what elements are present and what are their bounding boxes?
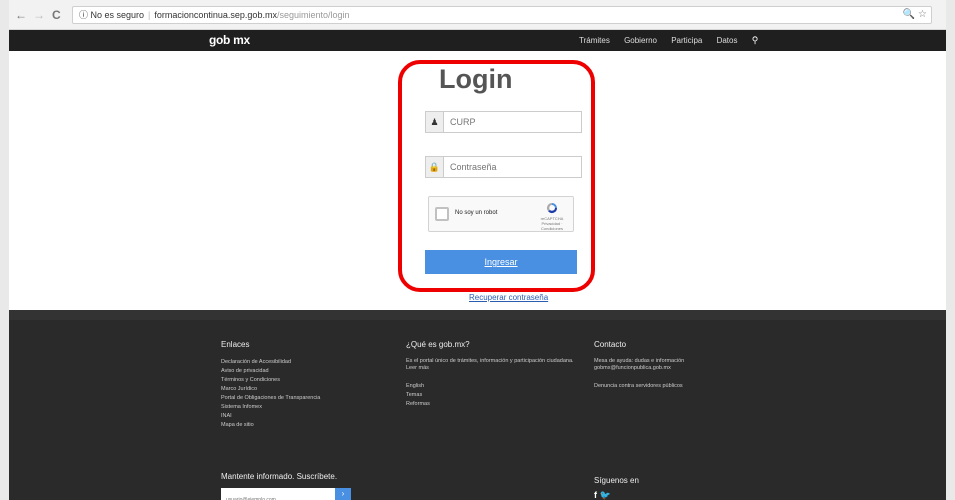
url-path: /seguimiento/login bbox=[276, 10, 350, 20]
subscribe-form: › bbox=[221, 488, 351, 500]
captcha-label: No soy un robot bbox=[455, 210, 498, 216]
site-header: gob mx Trámites Gobierno Participa Datos… bbox=[9, 30, 946, 51]
footer-link-infomex[interactable]: Sistema Infomex bbox=[221, 403, 391, 412]
footer-link-privacidad[interactable]: Aviso de privacidad bbox=[221, 367, 391, 376]
nav-participa[interactable]: Participa bbox=[671, 36, 702, 45]
nav-gobierno[interactable]: Gobierno bbox=[624, 36, 657, 45]
subscribe-title: Mantente informado. Suscríbete. bbox=[221, 472, 338, 481]
search-icon[interactable]: ⚲ bbox=[752, 35, 759, 45]
security-indicator[interactable]: ⓘ No es seguro bbox=[79, 10, 144, 20]
curp-input[interactable] bbox=[443, 111, 582, 133]
footer-links-column: Enlaces Declaración de Accesibilidad Avi… bbox=[221, 340, 391, 430]
footer-link-mapa[interactable]: Mapa de sitio bbox=[221, 421, 391, 430]
footer-link-reformas[interactable]: Reformas bbox=[406, 400, 586, 409]
footer-link-terminos[interactable]: Términos y Condiciones bbox=[221, 376, 391, 385]
footer-link-accesibilidad[interactable]: Declaración de Accesibilidad bbox=[221, 358, 391, 367]
lock-icon: 🔒 bbox=[425, 156, 443, 178]
curp-field: ♟ bbox=[425, 111, 582, 133]
footer-links-title: Enlaces bbox=[221, 340, 250, 349]
forward-arrow-icon[interactable]: → bbox=[33, 8, 45, 22]
footer-contact-text: Mesa de ayuda: dudas e información gobmx… bbox=[594, 358, 685, 371]
follow-title: Síguenos en bbox=[594, 476, 639, 485]
address-bar[interactable]: ⓘ No es seguro | formacioncontinua.sep.gob… bbox=[72, 6, 932, 24]
captcha-links[interactable]: Privacidad · Condiciones bbox=[541, 221, 563, 231]
footer-about-column: ¿Qué es gob.mx? Es el portal único de tr… bbox=[406, 340, 586, 409]
url-domain: formacioncontinua.sep.gob.mx bbox=[154, 10, 277, 20]
browser-window: ← → C ⓘ No es seguro | formacioncontinua.s… bbox=[9, 0, 946, 500]
footer-link-inai[interactable]: INAI bbox=[221, 412, 391, 421]
reload-icon[interactable]: C bbox=[52, 8, 61, 22]
footer-about-text: Es el portal único de trámites, informac… bbox=[406, 358, 574, 371]
chevron-right-icon[interactable]: › bbox=[335, 488, 351, 500]
ingresar-button[interactable]: Ingresar bbox=[425, 250, 577, 274]
recaptcha-logo-icon bbox=[547, 203, 557, 213]
footer-link-english[interactable]: English bbox=[406, 382, 586, 391]
site-footer: Enlaces Declaración de Accesibilidad Avi… bbox=[9, 310, 946, 500]
main-nav: Trámites Gobierno Participa Datos ⚲ bbox=[579, 35, 770, 46]
footer-link-denuncia[interactable]: Denuncia contra servidores públicos bbox=[594, 382, 744, 391]
captcha-brand: reCAPTCHA Privacidad · Condiciones bbox=[533, 216, 571, 231]
zoom-star-icon[interactable]: 🔍 ☆ bbox=[903, 7, 927, 23]
recaptcha-widget: No soy un robot reCAPTCHA Privacidad · Co… bbox=[428, 196, 574, 232]
gobmx-logo[interactable]: gob mx bbox=[209, 33, 250, 47]
footer-link-transparencia[interactable]: Portal de Obligaciones de Transparencia bbox=[221, 394, 391, 403]
social-icons[interactable]: f 🐦 bbox=[594, 490, 611, 500]
back-arrow-icon[interactable]: ← bbox=[15, 8, 27, 22]
captcha-checkbox[interactable] bbox=[435, 207, 449, 221]
user-icon: ♟ bbox=[425, 111, 443, 133]
nav-datos[interactable]: Datos bbox=[717, 36, 738, 45]
footer-about-title: ¿Qué es gob.mx? bbox=[406, 340, 470, 349]
footer-link-temas[interactable]: Temas bbox=[406, 391, 586, 400]
password-input[interactable] bbox=[443, 156, 582, 178]
email-input[interactable] bbox=[221, 494, 335, 500]
footer-link-marco[interactable]: Marco Jurídico bbox=[221, 385, 391, 394]
nav-tramites[interactable]: Trámites bbox=[579, 36, 610, 45]
recover-password-link[interactable]: Recuperar contraseña bbox=[469, 293, 548, 302]
footer-band bbox=[9, 310, 946, 320]
footer-contact-column: Contacto Mesa de ayuda: dudas e informac… bbox=[594, 340, 744, 391]
password-field: 🔒 bbox=[425, 156, 582, 178]
browser-toolbar: ← → C ⓘ No es seguro | formacioncontinua.s… bbox=[9, 0, 946, 30]
footer-contact-title: Contacto bbox=[594, 340, 627, 349]
